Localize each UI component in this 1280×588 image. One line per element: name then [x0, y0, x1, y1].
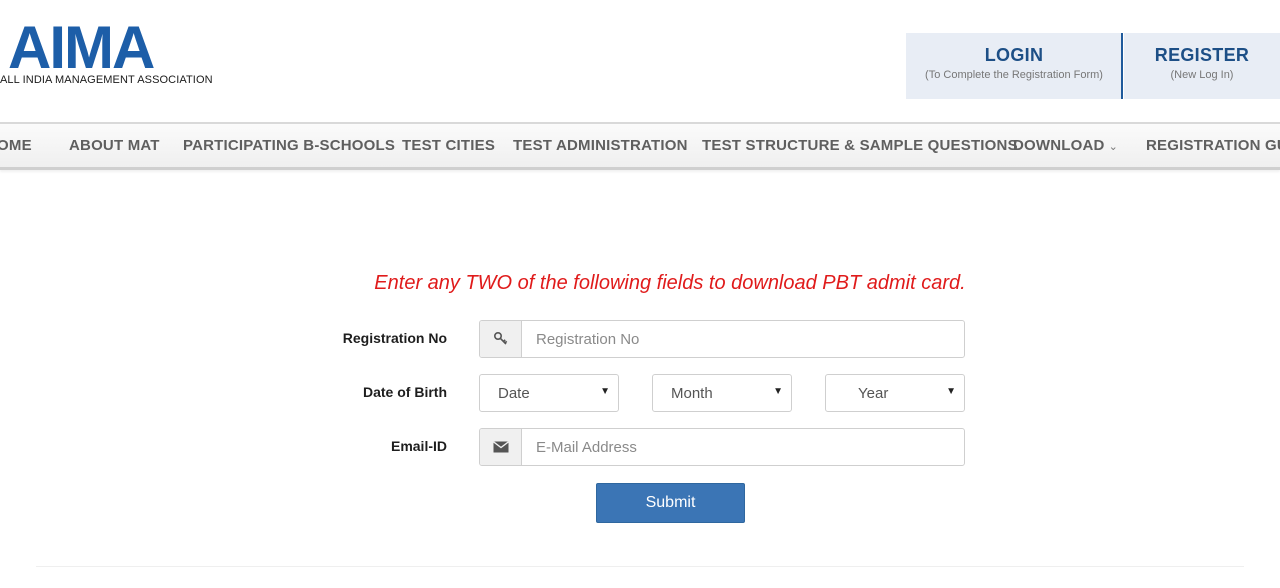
key-icon [480, 321, 522, 357]
site-header: AIMA ALL INDIA MANAGEMENT ASSOCIATION LO… [0, 0, 1280, 122]
registration-label: Registration No [342, 330, 447, 346]
dob-date-value: Date [498, 385, 530, 402]
nav-item-test-cities[interactable]: TEST CITIES [402, 137, 495, 154]
dob-month-select[interactable]: Month ▼ [652, 374, 792, 412]
instruction-notice: Enter any TWO of the following fields to… [374, 272, 966, 294]
footer-divider [36, 566, 1244, 567]
caret-down-icon: ▼ [600, 386, 610, 397]
email-label: Email-ID [390, 438, 447, 454]
register-title: REGISTER [1154, 45, 1250, 65]
nav-item-home[interactable]: HOME [0, 137, 32, 154]
register-subtitle: (New Log In) [1170, 69, 1234, 81]
logo-subtitle: ALL INDIA MANAGEMENT ASSOCIATION [0, 74, 213, 86]
login-title: LOGIN [984, 45, 1044, 65]
nav-item-test-structure[interactable]: TEST STRUCTURE & SAMPLE QUESTIONS [702, 137, 1018, 154]
nav-item-about-mat[interactable]: ABOUT MAT [69, 137, 160, 154]
registration-input-group [479, 320, 965, 358]
main-nav: HOME ABOUT MAT PARTICIPATING B-SCHOOLS T… [0, 122, 1280, 170]
nav-item-test-administration[interactable]: TEST ADMINISTRATION [513, 137, 688, 154]
nav-item-download[interactable]: DOWNLOAD ⌄ [1013, 137, 1118, 154]
login-subtitle: (To Complete the Registration Form) [925, 69, 1103, 81]
nav-item-participating-b-schools[interactable]: PARTICIPATING B-SCHOOLS [183, 137, 395, 154]
caret-down-icon: ▼ [773, 386, 783, 397]
logo-text: AIMA [8, 16, 154, 74]
nav-download-label: DOWNLOAD [1013, 137, 1105, 154]
email-input-group [479, 428, 965, 466]
envelope-icon [480, 429, 522, 465]
email-input[interactable] [522, 429, 962, 465]
aima-logo-mark: AIMA [8, 16, 156, 74]
dob-month-value: Month [671, 385, 713, 402]
nav-item-registration-guide[interactable]: REGISTRATION GUIDE [1146, 137, 1280, 154]
caret-down-icon: ▼ [946, 386, 956, 397]
dob-year-select[interactable]: Year ▼ [825, 374, 965, 412]
chevron-down-icon: ⌄ [1108, 141, 1119, 153]
registration-input[interactable] [522, 321, 962, 357]
dob-year-value: Year [858, 385, 889, 402]
submit-button[interactable]: Submit [596, 483, 745, 523]
auth-divider [1121, 33, 1123, 99]
dob-label: Date of Birth [363, 384, 447, 400]
register-button[interactable]: REGISTER (New Log In) [1124, 33, 1280, 99]
login-button[interactable]: LOGIN (To Complete the Registration Form… [906, 33, 1122, 99]
dob-date-select[interactable]: Date ▼ [479, 374, 619, 412]
